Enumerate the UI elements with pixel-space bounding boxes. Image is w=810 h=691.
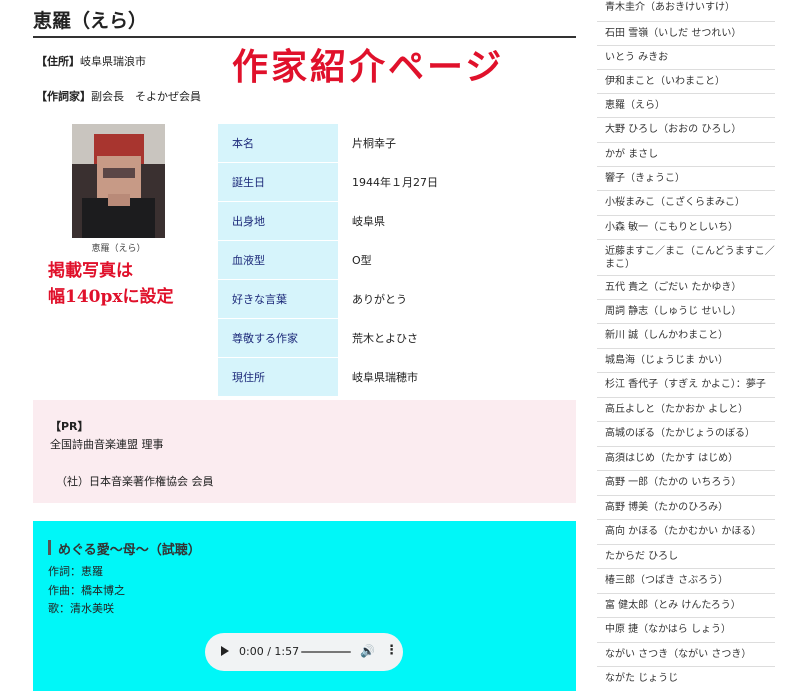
sidebar-item[interactable]: 高野 一郎（たかの いちろう） [597, 471, 775, 496]
table-row: 血液型 O型 [218, 241, 482, 280]
volume-icon[interactable]: 🔊 [360, 644, 375, 658]
table-row: 誕生日 1944年１月27日 [218, 163, 482, 202]
sidebar-item[interactable]: ながい さつき（ながい さつき） [597, 643, 775, 667]
profile-key: 誕生日 [218, 163, 338, 202]
profile-value: 岐阜県瑞穂市 [338, 358, 482, 397]
sidebar-item[interactable]: 高丘よしと（たかおか よしと） [597, 398, 775, 422]
sidebar-item[interactable]: 新川 誠（しんかわまこと） [597, 324, 775, 349]
table-row: 本名 片桐幸子 [218, 124, 482, 163]
sidebar-item[interactable]: ながた じょうじ [597, 667, 775, 691]
sidebar-item[interactable]: 城島海（じょうじま かい） [597, 349, 775, 373]
sidebar-item[interactable]: 高城のぼる（たかじょうのぼる） [597, 422, 775, 447]
sidebar-item[interactable]: 五代 貴之（ごだい たかゆき） [597, 276, 775, 300]
song-title: めぐる愛〜母〜（試聴） [58, 543, 201, 558]
player-time: 0:00 / 1:57 [239, 645, 300, 658]
play-icon[interactable] [221, 646, 229, 656]
profile-key: 尊敬する作家 [218, 319, 338, 358]
song-box: めぐる愛〜母〜（試聴） 作詞：恵羅 作曲：橋本博之 歌：清水美咲 0:00 / … [33, 521, 576, 691]
profile-value: 岐阜県 [338, 202, 482, 241]
sidebar-item[interactable]: 小桜まみこ（こざくらまみこ） [597, 191, 775, 216]
overlay-note: 掲載写真は 幅140pxに設定 [48, 258, 174, 310]
audio-player: 0:00 / 1:57 🔊 ⋮ [205, 633, 403, 671]
lyricist-key: 【作詞家】 [36, 90, 91, 103]
address-line: 【住所】岐阜県瑞浪市 [36, 53, 146, 69]
author-photo [72, 124, 165, 238]
table-row: 現住所 岐阜県瑞穂市 [218, 358, 482, 397]
profile-value: ありがとう [338, 280, 482, 319]
sidebar-item[interactable]: たからだ ひろし [597, 545, 775, 569]
song-lyricist: 作詞：恵羅 [48, 565, 103, 578]
profile-key: 出身地 [218, 202, 338, 241]
profile-key: 血液型 [218, 241, 338, 280]
pr-line: 全国詩曲音楽連盟 理事 [50, 438, 164, 451]
sidebar-item[interactable]: 中原 捷（なかはら しょう） [597, 618, 775, 643]
sidebar-item[interactable]: 近藤ますこ／まこ（こんどうますこ／まこ） [597, 240, 775, 276]
page-title: 恵羅（えら） [33, 10, 148, 32]
sidebar-item[interactable]: 富 健太郎（とみ けんたろう） [597, 594, 775, 618]
sidebar-item[interactable]: 杉江 香代子（すぎえ かよこ）：夢子 [597, 373, 775, 398]
table-row: 尊敬する作家 荒木とよひさ [218, 319, 482, 358]
lyricist-value: 副会長 そよかぜ会員 [91, 90, 201, 103]
heading-accent-bar [48, 540, 51, 555]
profile-table: 本名 片桐幸子 誕生日 1944年１月27日 出身地 岐阜県 血液型 O型 好きな言葉あ… [218, 124, 482, 397]
sidebar-item[interactable]: 周詞 静志（しゅうじ せいし） [597, 300, 775, 324]
more-icon[interactable]: ⋮ [385, 643, 398, 658]
sidebar-item[interactable]: かが まさし [597, 143, 775, 167]
profile-key: 現住所 [218, 358, 338, 397]
table-row: 好きな言葉 ありがとう [218, 280, 482, 319]
song-composer: 作曲：橋本博之 [48, 584, 125, 597]
sidebar-item[interactable]: 恵羅（えら） [597, 94, 775, 118]
sidebar-item[interactable]: 石田 雪嶺（いしだ せつれい） [597, 22, 775, 46]
overlay-note-line-1: 掲載写真は [48, 261, 133, 281]
sidebar-item[interactable]: 伊和まこと（いわまこと） [597, 70, 775, 94]
sidebar-item[interactable]: 椿三郎（つばき さぶろう） [597, 569, 775, 594]
seek-bar[interactable] [301, 651, 351, 653]
address-value: 岐阜県瑞浪市 [80, 55, 146, 68]
profile-value: 1944年１月27日 [338, 163, 482, 202]
pr-box: 【PR】 全国詩曲音楽連盟 理事 （社）日本音楽著作権協会 会員 [33, 400, 576, 503]
sidebar-item[interactable]: 響子（きょうこ） [597, 167, 775, 191]
sidebar-item[interactable]: 大野 ひろし（おおの ひろし） [597, 118, 775, 143]
sidebar-item[interactable]: いとう みきお [597, 46, 775, 70]
overlay-note-line-2: 幅140pxに設定 [48, 287, 174, 307]
overlay-title: 作家紹介ページ [232, 46, 505, 88]
profile-key: 本名 [218, 124, 338, 163]
sidebar-item[interactable]: 青木圭介（あおきけいすけ） [597, 0, 775, 22]
pr-heading: 【PR】 [50, 420, 89, 433]
sidebar-item[interactable]: 小森 敏一（こもりとしいち） [597, 216, 775, 240]
sidebar-item[interactable]: 高向 かほる（たかむかい かほる） [597, 520, 775, 545]
lyricist-line: 【作詞家】副会長 そよかぜ会員 [36, 88, 201, 104]
main-content: 恵羅（えら） 作家紹介ページ 【住所】岐阜県瑞浪市 【作詞家】副会長 そよかぜ会… [0, 0, 590, 691]
profile-key: 好きな言葉 [218, 280, 338, 319]
sidebar-item[interactable]: 高野 博美（たかのひろみ） [597, 496, 775, 520]
photo-caption: 恵羅（えら） [91, 244, 146, 254]
author-list-sidebar: 青木圭介（あおきけいすけ） 石田 雪嶺（いしだ せつれい） いとう みきお 伊和… [597, 0, 775, 691]
sidebar-item[interactable]: 高須はじめ（たかす はじめ） [597, 447, 775, 471]
address-key: 【住所】 [36, 55, 80, 68]
profile-value: 荒木とよひさ [338, 319, 482, 358]
table-row: 出身地 岐阜県 [218, 202, 482, 241]
pr-line: （社）日本音楽著作権協会 会員 [56, 475, 214, 488]
song-singer: 歌：清水美咲 [48, 602, 114, 615]
profile-value: O型 [338, 241, 482, 280]
profile-value: 片桐幸子 [338, 124, 482, 163]
